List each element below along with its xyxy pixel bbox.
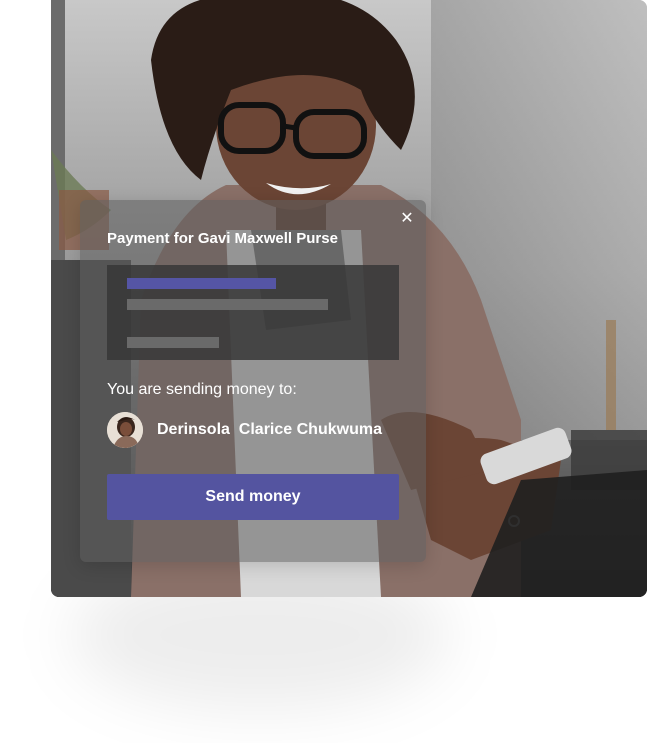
payment-modal: ✕ Payment for Gavi Maxwell Purse You are…	[80, 200, 426, 562]
avatar	[107, 412, 143, 448]
skeleton-card	[107, 265, 399, 360]
skeleton-line	[127, 337, 219, 348]
skeleton-line	[127, 299, 328, 310]
close-icon[interactable]: ✕	[398, 210, 416, 228]
avatar-illustration	[107, 412, 143, 448]
send-money-button[interactable]: Send money	[107, 474, 399, 520]
recipient-row: Derinsola Clarice Chukwuma	[107, 411, 407, 449]
modal-title: Payment for Gavi Maxwell Purse	[107, 230, 338, 247]
sending-label: You are sending money to:	[107, 381, 297, 398]
skeleton-accent-bar	[127, 278, 276, 289]
recipient-name: Derinsola Clarice Chukwuma	[157, 421, 382, 438]
